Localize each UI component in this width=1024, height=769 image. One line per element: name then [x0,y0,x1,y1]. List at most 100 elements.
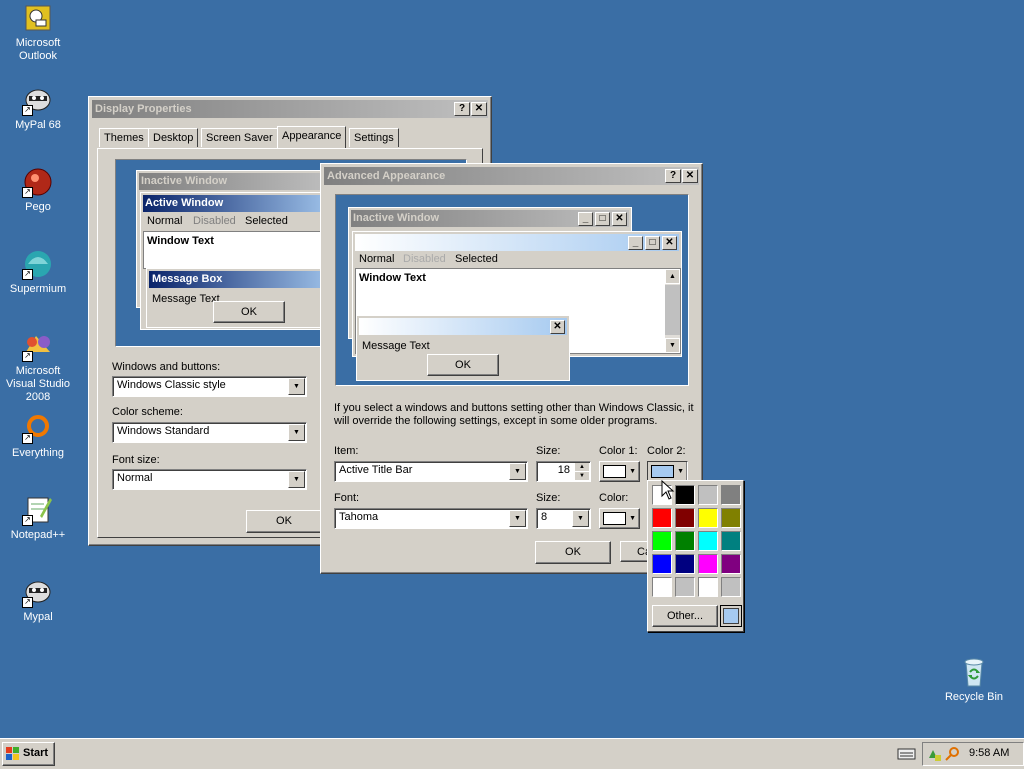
outlook-icon [22,2,54,34]
font-size-select[interactable]: 8 ▼ [536,508,591,529]
color-swatch[interactable] [675,485,695,505]
desktop-icon-mypal-68[interactable]: ↗ MyPal 68 [0,84,76,132]
clock[interactable]: 9:58 AM [969,747,1009,759]
tab-strip: Themes Desktop Screen Saver Appearance S… [97,126,487,150]
close-button[interactable]: ✕ [682,169,698,183]
desktop-icon-label: Everything [12,447,64,459]
mouse-cursor-icon [661,479,675,503]
recycle-bin[interactable]: Recycle Bin [936,656,1012,704]
help-button[interactable]: ? [454,102,470,116]
network-icon[interactable] [926,746,942,762]
font-color-button[interactable]: ▼ [599,508,640,529]
item-size-spinner[interactable]: 18 ▲ ▼ [536,461,591,482]
font-size-value: Normal [117,472,153,484]
shortcut-arrow-icon: ↗ [22,515,33,526]
tab-desktop[interactable]: Desktop [148,128,199,147]
color-swatch[interactable] [698,531,718,551]
color1-swatch [603,465,626,478]
tab-themes[interactable]: Themes [99,128,149,147]
color-swatch[interactable] [675,554,695,574]
color-swatch[interactable] [721,508,741,528]
color-swatch[interactable] [698,485,718,505]
tab-appearance[interactable]: Appearance [277,126,347,148]
color-scheme-label: Color scheme: [112,406,183,418]
color-swatch[interactable] [652,508,672,528]
color1-label: Color 1: [599,445,638,457]
chevron-down-icon: ▼ [629,515,636,522]
adv-preview-inactive-title: Inactive Window _ □ ✕ [351,210,629,227]
color-swatch[interactable] [652,577,672,597]
color-swatch[interactable] [721,531,741,551]
font-value: Tahoma [339,511,379,523]
chevron-down-icon: ▼ [629,468,636,475]
chevron-down-icon[interactable]: ▼ [509,510,526,527]
color2-swatch [651,465,674,478]
item-select[interactable]: Active Title Bar ▼ [334,461,528,482]
desktop-icon-label: Pego [25,201,51,213]
windows-buttons-select[interactable]: Windows Classic style ▼ [112,376,307,397]
color-swatch[interactable] [721,577,741,597]
minimize-icon: _ [578,212,593,226]
keyboard-icon[interactable] [897,746,917,762]
ok-button[interactable]: OK [535,541,611,564]
color-swatch[interactable] [698,508,718,528]
font-size-select[interactable]: Normal ▼ [112,469,307,490]
desktop-icon-label: Mypal [23,611,53,623]
desktop-icon-label: Microsoft Outlook [15,37,61,62]
windows-buttons-label: Windows and buttons: [112,361,221,373]
chevron-down-icon[interactable]: ▼ [288,378,305,395]
color-swatch[interactable] [675,508,695,528]
font-size-label: Font size: [112,454,160,466]
color-swatch[interactable] [698,577,718,597]
desktop-icon-microsoft-visual-studio-2008[interactable]: ↗ Microsoft Visual Studio 2008 [0,330,76,404]
scroll-down-icon: ▼ [665,338,680,353]
desktop-icon-notepad-[interactable]: ↗ Notepad++ [0,494,76,542]
color-swatch[interactable] [675,577,695,597]
adv-preview-menu-selected: Selected [455,253,498,265]
chevron-down-icon[interactable]: ▼ [288,424,305,441]
taskbar: Start 9:58 AM [0,738,1024,769]
spinner-down-icon[interactable]: ▼ [575,472,589,480]
font-select[interactable]: Tahoma ▼ [334,508,528,529]
pego-icon: ↗ [22,166,54,198]
other-color-button[interactable]: Other... [652,605,718,627]
spinner-up-icon[interactable]: ▲ [575,463,589,471]
current-color-swatch [723,608,739,624]
close-icon: ✕ [612,212,627,226]
adv-preview-menu-normal: Normal [359,253,395,265]
color-swatch[interactable] [698,554,718,574]
tab-screen-saver[interactable]: Screen Saver [201,128,278,147]
help-button[interactable]: ? [665,169,681,183]
color2-button[interactable]: ▼ [647,461,688,482]
desktop-icon-microsoft-outlook[interactable]: Microsoft Outlook [0,2,76,63]
color-swatch[interactable] [652,554,672,574]
recycle-bin-label: Recycle Bin [944,691,1004,703]
chevron-down-icon[interactable]: ▼ [509,463,526,480]
adv-preview-ok-button: OK [427,354,499,376]
ok-button[interactable]: OK [246,510,322,533]
advanced-preview: Inactive Window _ □ ✕ _ □ ✕ Normal Disab… [335,194,689,386]
chevron-down-icon[interactable]: ▼ [288,471,305,488]
desktop-icon-supermium[interactable]: ↗ Supermium [0,248,76,296]
color-scheme-select[interactable]: Windows Standard ▼ [112,422,307,443]
color-swatch[interactable] [721,485,741,505]
desktop-icon-pego[interactable]: ↗ Pego [0,166,76,214]
font-color-swatch [603,512,626,525]
advanced-appearance-titlebar[interactable]: Advanced Appearance ? ✕ [324,167,699,185]
search-icon[interactable] [945,746,961,762]
tab-settings[interactable]: Settings [349,128,399,147]
display-properties-titlebar[interactable]: Display Properties ? ✕ [92,100,488,118]
close-button[interactable]: ✕ [471,102,487,116]
chevron-down-icon[interactable]: ▼ [572,510,589,527]
desktop-icon-mypal[interactable]: ↗ Mypal [0,576,76,624]
color-swatch[interactable] [721,554,741,574]
color1-button[interactable]: ▼ [599,461,640,482]
color-swatch[interactable] [675,531,695,551]
desktop-icon-everything[interactable]: ↗ Everything [0,412,76,460]
color-swatch[interactable] [652,531,672,551]
override-info-text: If you select a windows and buttons sett… [334,402,694,427]
raccoon-icon: ↗ [22,84,54,116]
preview-window-text: Window Text [147,235,214,247]
start-button[interactable]: Start [2,742,55,766]
shortcut-arrow-icon: ↗ [22,269,33,280]
